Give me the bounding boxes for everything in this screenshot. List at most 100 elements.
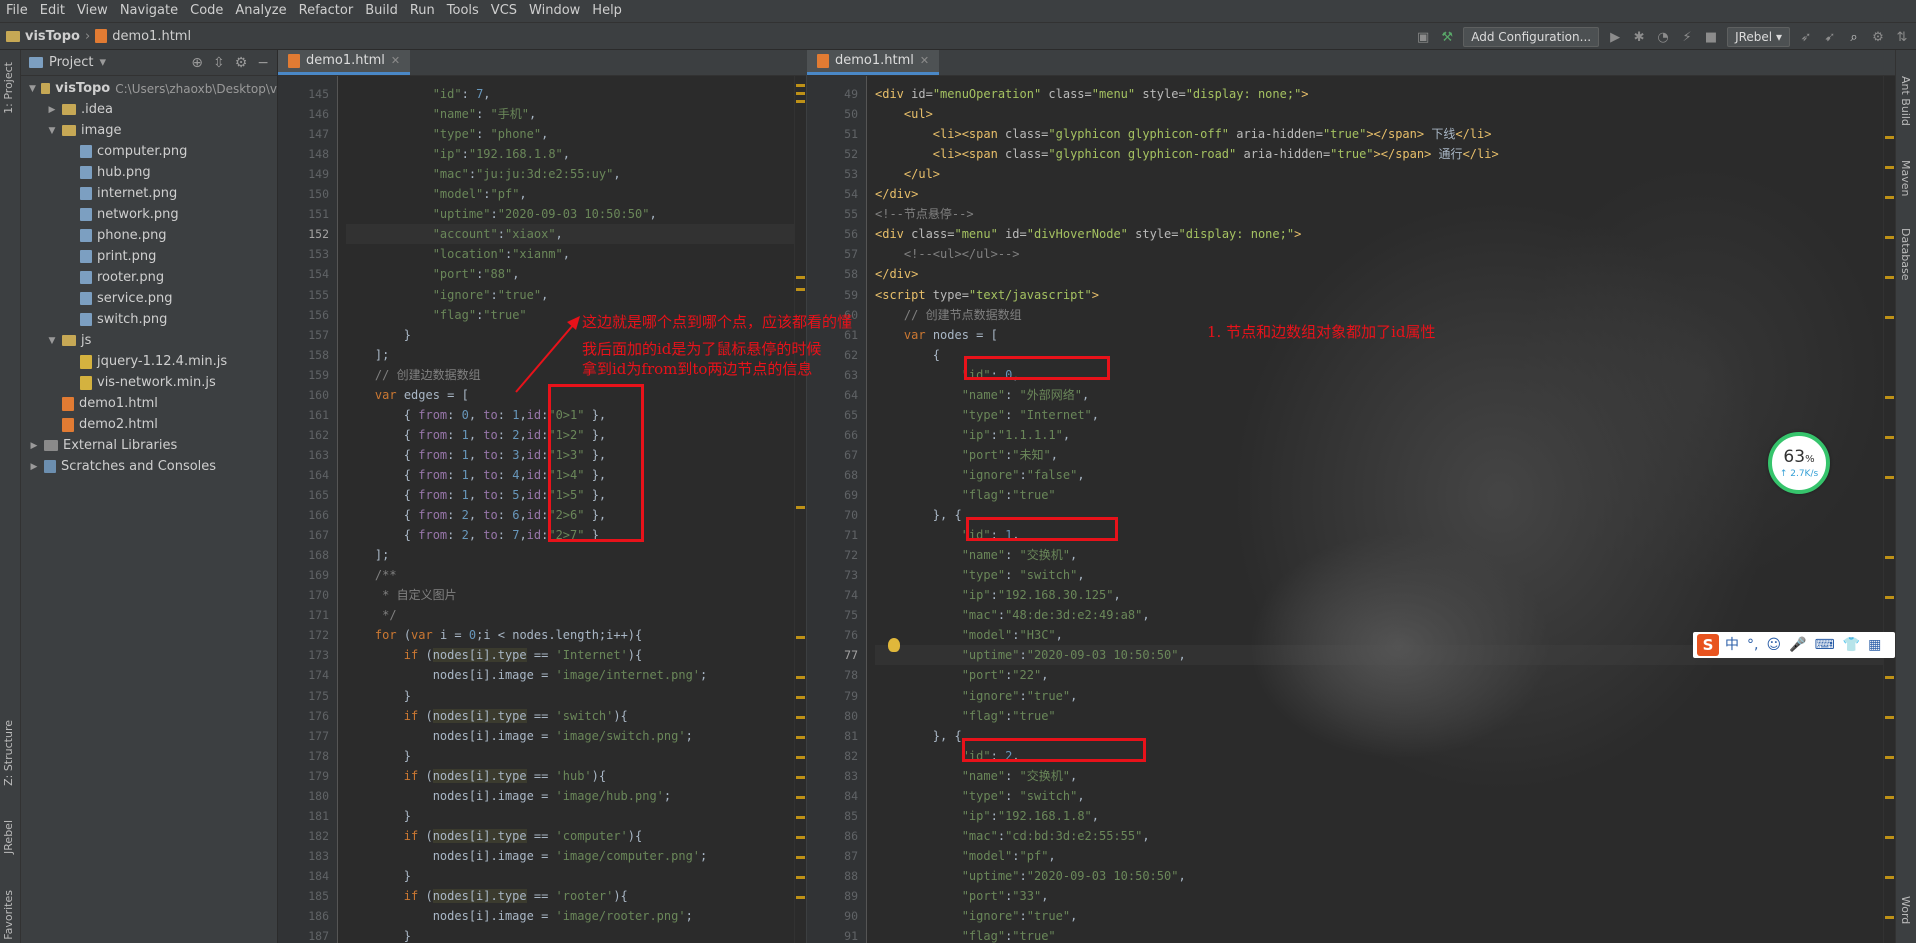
error-stripe-mark[interactable] <box>796 876 805 879</box>
error-stripe-mark[interactable] <box>1885 676 1894 679</box>
code-line[interactable]: } <box>346 926 411 943</box>
code-line[interactable]: if (nodes[i].type == 'switch'){ <box>346 706 628 726</box>
line-number[interactable]: 161 <box>308 408 329 422</box>
line-number[interactable]: 173 <box>308 648 329 662</box>
settings-icon[interactable]: ⚙ <box>1870 29 1886 45</box>
add-configuration-button[interactable]: Add Configuration... <box>1463 27 1600 47</box>
error-stripe-mark[interactable] <box>796 100 805 103</box>
tree-item-demo2-html[interactable]: demo2.html <box>21 414 277 435</box>
code-line[interactable]: // 创建边数据数组 <box>346 365 481 385</box>
ime-emoji-icon[interactable]: ☺ <box>1766 638 1781 652</box>
search-icon[interactable]: ⌕ <box>1846 29 1862 45</box>
expand-arrow-icon[interactable]: ▼ <box>29 84 36 94</box>
code-line[interactable]: { from: 1, to: 2,id:"1>2" }, <box>346 425 606 445</box>
error-stripe-mark[interactable] <box>1885 196 1894 199</box>
line-number[interactable]: 159 <box>308 368 329 382</box>
tree-root[interactable]: ▼ visTopo C:\Users\zhaoxb\Desktop\v <box>21 78 277 99</box>
line-number[interactable]: 63 <box>844 368 858 382</box>
error-stripe-mark[interactable] <box>796 716 805 719</box>
line-number[interactable]: 82 <box>844 749 858 763</box>
line-number[interactable]: 84 <box>844 789 858 803</box>
error-stripe-mark[interactable] <box>1885 716 1894 719</box>
line-number[interactable]: 167 <box>308 528 329 542</box>
left-code-lines[interactable]: "id": 7, "name": "手机", "type": "phone", … <box>346 76 794 943</box>
line-number[interactable]: 186 <box>308 909 329 923</box>
line-number[interactable]: 155 <box>308 288 329 302</box>
code-line[interactable]: "account":"xiaox", <box>346 224 563 244</box>
settings-gear-icon[interactable]: ⚙ <box>235 55 248 71</box>
error-stripe-mark[interactable] <box>1885 556 1894 559</box>
code-line[interactable]: "type": "phone", <box>346 124 549 144</box>
line-number[interactable]: 50 <box>844 107 858 121</box>
line-number[interactable]: 152 <box>308 227 329 241</box>
tree-item-service-png[interactable]: service.png <box>21 288 277 309</box>
line-number[interactable]: 86 <box>844 829 858 843</box>
line-number[interactable]: 179 <box>308 769 329 783</box>
line-number[interactable]: 187 <box>308 929 329 943</box>
code-line[interactable]: </div> <box>875 184 918 204</box>
line-number[interactable]: 177 <box>308 729 329 743</box>
line-number[interactable]: 146 <box>308 107 329 121</box>
code-line[interactable]: "type": "switch", <box>875 565 1085 585</box>
ime-skin-icon[interactable]: 👕 <box>1843 638 1860 652</box>
code-line[interactable]: // 创建节点数据数组 <box>875 305 1022 325</box>
code-line[interactable]: </div> <box>875 264 918 284</box>
tree-item-scratches-and-consoles[interactable]: ▶ Scratches and Consoles <box>21 456 277 477</box>
line-number[interactable]: 180 <box>308 789 329 803</box>
menu-help[interactable]: Help <box>586 0 628 22</box>
code-line[interactable]: } <box>346 325 411 345</box>
code-line[interactable]: "ip":"192.168.30.125", <box>875 585 1121 605</box>
line-number[interactable]: 76 <box>844 628 858 642</box>
locate-file-icon[interactable]: ⊕ <box>191 55 203 71</box>
hide-panel-icon[interactable]: − <box>257 55 269 71</box>
tree-item-network-png[interactable]: network.png <box>21 204 277 225</box>
error-stripe-mark[interactable] <box>796 276 805 279</box>
line-number[interactable]: 74 <box>844 588 858 602</box>
left-scrollbar[interactable] <box>794 76 806 943</box>
code-line[interactable]: { from: 1, to: 3,id:"1>3" }, <box>346 445 606 465</box>
menu-run[interactable]: Run <box>404 0 441 22</box>
collapse-all-icon[interactable]: ⇳ <box>213 55 225 71</box>
profile-icon[interactable]: ⚡ <box>1679 29 1695 45</box>
tree-item-image[interactable]: ▼ image <box>21 120 277 141</box>
code-line[interactable]: nodes[i].image = 'image/computer.png'; <box>346 846 708 866</box>
structure-tool-tab[interactable]: Z: Structure <box>2 720 15 786</box>
error-stripe-mark[interactable] <box>1885 796 1894 799</box>
line-number[interactable]: 145 <box>308 87 329 101</box>
code-line[interactable]: "id": 7, <box>346 84 491 104</box>
error-stripe-mark[interactable] <box>1885 476 1894 479</box>
error-stripe-mark[interactable] <box>796 796 805 799</box>
line-number[interactable]: 163 <box>308 448 329 462</box>
menu-window[interactable]: Window <box>523 0 586 22</box>
error-stripe-mark[interactable] <box>1885 396 1894 399</box>
code-line[interactable]: "name": "交换机", <box>875 766 1078 786</box>
line-number[interactable]: 149 <box>308 167 329 181</box>
line-number[interactable]: 176 <box>308 709 329 723</box>
menu-view[interactable]: View <box>71 0 114 22</box>
code-line[interactable]: ]; <box>346 345 389 365</box>
code-line[interactable]: <li><span class="glyphicon glyphicon-roa… <box>875 144 1499 164</box>
project-view-selector[interactable]: Project <box>49 55 93 70</box>
code-line[interactable]: </ul> <box>875 164 940 184</box>
line-number[interactable]: 175 <box>308 689 329 703</box>
code-line[interactable]: <li><span class="glyphicon glyphicon-off… <box>875 124 1492 144</box>
line-number[interactable]: 51 <box>844 127 858 141</box>
line-number[interactable]: 174 <box>308 668 329 682</box>
line-number[interactable]: 58 <box>844 267 858 281</box>
line-number[interactable]: 59 <box>844 288 858 302</box>
error-stripe-mark[interactable] <box>1885 916 1894 919</box>
tree-item-vis-network-min-js[interactable]: vis-network.min.js <box>21 372 277 393</box>
error-stripe-mark[interactable] <box>1885 836 1894 839</box>
line-number[interactable]: 85 <box>844 809 858 823</box>
line-number[interactable]: 87 <box>844 849 858 863</box>
line-number[interactable]: 67 <box>844 448 858 462</box>
tree-item-js[interactable]: ▼ js <box>21 330 277 351</box>
menu-refactor[interactable]: Refactor <box>293 0 360 22</box>
favorites-tool-tab[interactable]: Favorites <box>2 890 15 940</box>
line-number[interactable]: 71 <box>844 528 858 542</box>
error-stripe-mark[interactable] <box>796 896 805 899</box>
code-line[interactable]: }, { <box>875 505 962 525</box>
code-line[interactable]: nodes[i].image = 'image/switch.png'; <box>346 726 693 746</box>
code-line[interactable]: "uptime":"2020-09-03 10:50:50", <box>875 645 1186 665</box>
code-line[interactable]: if (nodes[i].type == 'rooter'){ <box>346 886 628 906</box>
